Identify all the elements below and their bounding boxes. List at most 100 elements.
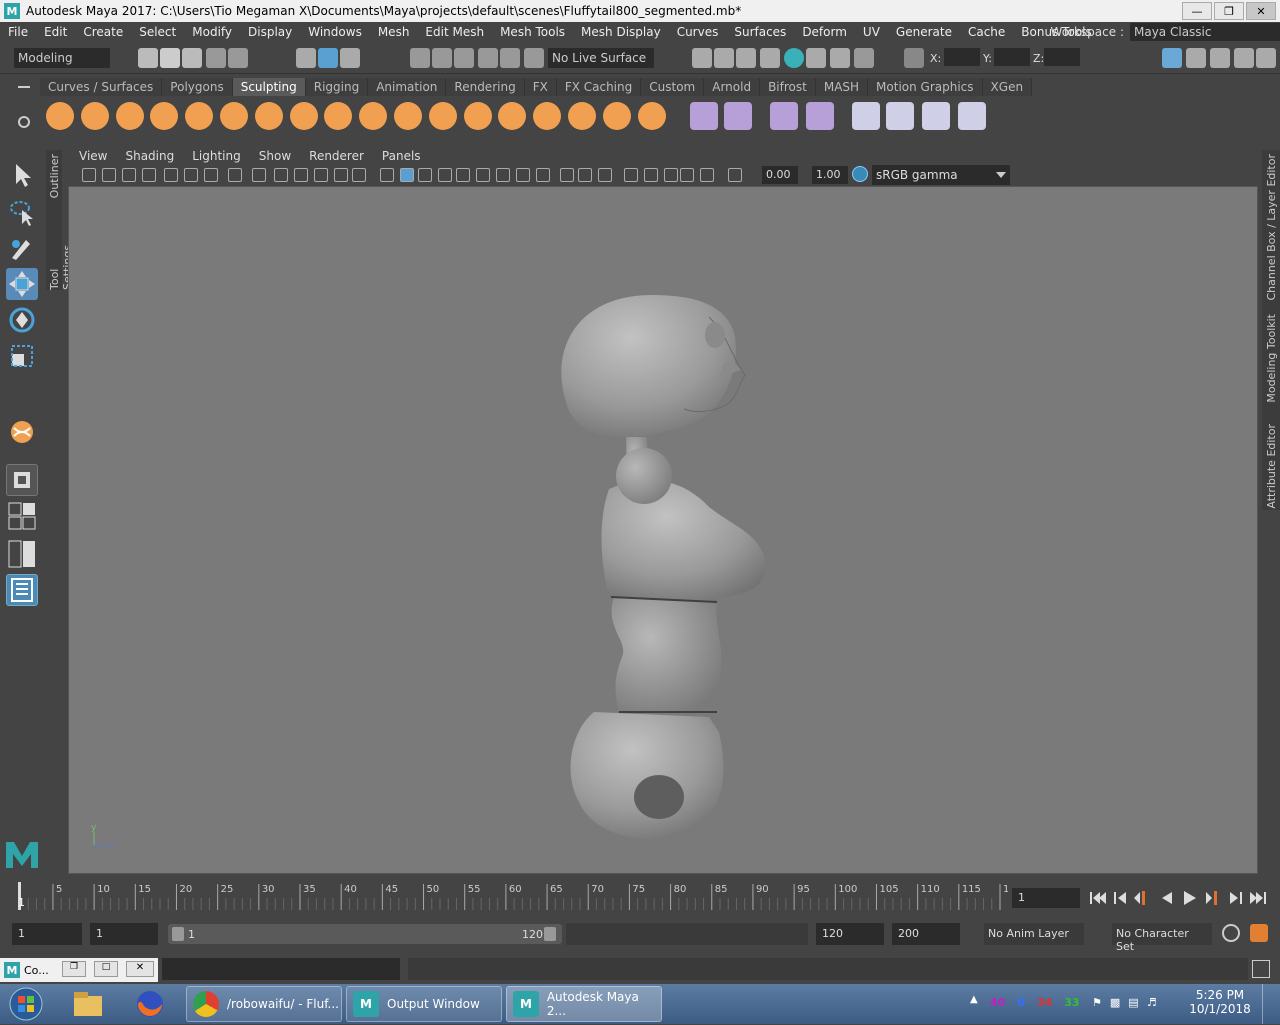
panel-menu-show[interactable]: Show bbox=[250, 148, 300, 164]
shelf-tab-sculpting[interactable]: Sculpting bbox=[232, 78, 306, 96]
mask-invert-icon[interactable] bbox=[886, 102, 914, 130]
select-hierarchy-icon[interactable] bbox=[296, 48, 316, 68]
color-space-dropdown[interactable]: sRGB gamma bbox=[872, 165, 1010, 185]
bookmarks-icon[interactable] bbox=[122, 168, 136, 182]
camera-attributes-icon[interactable] bbox=[102, 168, 116, 182]
menu-mesh[interactable]: Mesh bbox=[370, 25, 418, 39]
playback-end-field[interactable]: 120 bbox=[816, 923, 884, 945]
shelf-tab-rigging[interactable]: Rigging bbox=[305, 78, 369, 96]
show-desktop-button[interactable] bbox=[1262, 984, 1280, 1024]
field-chart-icon[interactable] bbox=[294, 168, 308, 182]
network-icon[interactable]: ▤ bbox=[1128, 996, 1138, 1012]
textured-icon[interactable] bbox=[418, 168, 432, 182]
rig-icon[interactable] bbox=[806, 102, 834, 130]
mesh-convert-icon[interactable] bbox=[690, 102, 718, 130]
outliner-layout-icon[interactable] bbox=[6, 574, 38, 606]
animation-start-field[interactable]: 1 bbox=[12, 923, 82, 945]
image-plane-icon[interactable] bbox=[142, 168, 156, 182]
resolution-gate-icon[interactable] bbox=[252, 168, 266, 182]
scale-tool-icon[interactable] bbox=[6, 340, 38, 372]
shelf-settings-icon[interactable] bbox=[18, 116, 30, 128]
select-object-icon[interactable] bbox=[318, 48, 338, 68]
wax-brush-icon[interactable] bbox=[394, 102, 422, 130]
smooth-shade-icon[interactable] bbox=[380, 168, 394, 182]
tray-expand-icon[interactable]: ▲ bbox=[970, 994, 980, 1005]
ipr-render-icon[interactable] bbox=[736, 48, 756, 68]
color-space-chevron-icon[interactable] bbox=[996, 172, 1006, 178]
repeat-brush-icon[interactable] bbox=[324, 102, 353, 130]
time-slider[interactable]: 5 10 15 20 25 30 35 40 45 50 55 60 65 70 75 80 85 90 95 100… bbox=[14, 880, 1008, 912]
pinch-brush-icon[interactable] bbox=[185, 102, 214, 130]
taskbar-item-output-window[interactable]: M Output Window bbox=[346, 986, 502, 1022]
panel-menu-panels[interactable]: Panels bbox=[373, 148, 430, 164]
flag-icon[interactable]: ⚑ bbox=[1092, 996, 1102, 1012]
close-button[interactable]: ✕ bbox=[1246, 2, 1276, 20]
menu-cache[interactable]: Cache bbox=[960, 25, 1013, 39]
xray-icon[interactable] bbox=[578, 168, 592, 182]
select-component-icon[interactable] bbox=[340, 48, 360, 68]
snap-surface-icon[interactable] bbox=[500, 48, 520, 68]
color-management-icon[interactable] bbox=[852, 166, 868, 182]
sculpt-tool-icon[interactable] bbox=[6, 416, 38, 448]
step-back-frame-icon[interactable] bbox=[1134, 891, 1145, 905]
camera-frame-icon[interactable] bbox=[680, 168, 694, 182]
panel-menu-view[interactable]: View bbox=[70, 148, 116, 164]
menu-generate[interactable]: Generate bbox=[888, 25, 960, 39]
minimized-window-bar[interactable]: M Co... ❐ □ ✕ bbox=[0, 958, 158, 982]
wireframe-icon[interactable] bbox=[352, 168, 366, 182]
range-slider-end-handle[interactable] bbox=[544, 927, 556, 941]
shelf-tab-custom[interactable]: Custom bbox=[641, 78, 705, 96]
modeling-toolkit-tab[interactable]: Modeling Toolkit bbox=[1265, 314, 1278, 403]
toggle-attribute-editor-icon[interactable] bbox=[1210, 48, 1230, 68]
open-scene-icon[interactable] bbox=[160, 48, 180, 68]
play-backwards-icon[interactable] bbox=[1162, 892, 1172, 904]
motion-blur-icon[interactable] bbox=[496, 168, 510, 182]
menu-file[interactable]: File bbox=[0, 25, 36, 39]
select-camera-icon[interactable] bbox=[82, 168, 96, 182]
menu-display[interactable]: Display bbox=[240, 25, 300, 39]
mel-command-input[interactable] bbox=[162, 958, 400, 980]
unused-icon[interactable] bbox=[700, 168, 714, 182]
menu-windows[interactable]: Windows bbox=[300, 25, 370, 39]
snap-grid-icon[interactable] bbox=[410, 48, 430, 68]
menu-surfaces[interactable]: Surfaces bbox=[726, 25, 794, 39]
file-explorer-icon[interactable] bbox=[70, 988, 106, 1020]
tray-counter[interactable]: 40 bbox=[990, 996, 1005, 1009]
current-frame-field[interactable]: 1 bbox=[1012, 888, 1080, 908]
start-button[interactable] bbox=[6, 986, 46, 1022]
auto-key-icon[interactable] bbox=[1250, 924, 1268, 942]
panel-menu-renderer[interactable]: Renderer bbox=[300, 148, 373, 164]
menu-modify[interactable]: Modify bbox=[184, 25, 240, 39]
shelf-tab-xgen[interactable]: XGen bbox=[982, 78, 1033, 96]
go-to-end-icon[interactable] bbox=[1250, 892, 1266, 904]
toggle-modeling-toolkit-icon[interactable] bbox=[1186, 48, 1206, 68]
single-view-layout-icon[interactable] bbox=[6, 464, 38, 496]
mini-close-button[interactable]: ✕ bbox=[126, 961, 154, 977]
anti-aliasing-icon[interactable] bbox=[516, 168, 530, 182]
script-editor-icon[interactable] bbox=[1252, 960, 1270, 978]
backface-icon[interactable] bbox=[644, 168, 658, 182]
light-editor-icon[interactable] bbox=[830, 48, 850, 68]
shelf-tab-motion-graphics[interactable]: Motion Graphics bbox=[868, 78, 983, 96]
range-slider[interactable]: 1 120 bbox=[168, 924, 562, 944]
shelf-tab-polygons[interactable]: Polygons bbox=[162, 78, 233, 96]
go-to-start-icon[interactable] bbox=[1090, 892, 1106, 904]
safe-title-icon[interactable] bbox=[334, 168, 348, 182]
ssao-icon[interactable] bbox=[476, 168, 490, 182]
relax-brush-icon[interactable] bbox=[115, 102, 144, 130]
redo-icon[interactable] bbox=[228, 48, 248, 68]
taskbar-item-chrome[interactable]: /robowaifu/ - Fluf... bbox=[186, 986, 342, 1022]
shadows-icon[interactable] bbox=[456, 168, 470, 182]
character-model[interactable] bbox=[561, 295, 766, 839]
menu-set-dropdown[interactable]: Modeling bbox=[14, 48, 110, 68]
tray-counter[interactable]: 33 bbox=[1064, 996, 1079, 1009]
channel-box-tab[interactable]: Channel Box / Layer Editor bbox=[1265, 154, 1278, 301]
toggle-tool-settings-icon[interactable] bbox=[1234, 48, 1254, 68]
freeze-brush-icon[interactable] bbox=[637, 102, 666, 130]
playback-start-field[interactable]: 1 bbox=[90, 923, 158, 945]
step-forward-key-icon[interactable] bbox=[1230, 892, 1242, 904]
pause-viewport-icon[interactable] bbox=[854, 48, 874, 68]
two-view-layout-icon[interactable] bbox=[6, 538, 38, 570]
dof-icon[interactable] bbox=[536, 168, 550, 182]
anim-layer-dropdown[interactable]: No Anim Layer bbox=[984, 923, 1084, 945]
